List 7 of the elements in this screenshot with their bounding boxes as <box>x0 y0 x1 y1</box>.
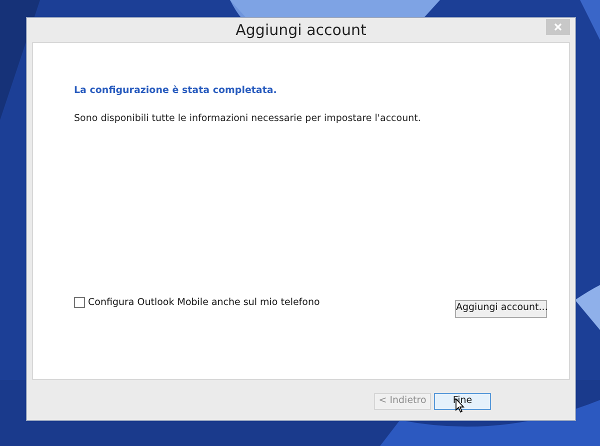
checkbox-label: Configura Outlook Mobile anche sul mio telefono <box>88 296 320 310</box>
checkbox[interactable] <box>74 297 85 308</box>
add-account-button[interactable]: Aggiungi account... <box>455 300 547 318</box>
close-icon <box>554 23 562 31</box>
window-title: Aggiungi account <box>236 20 366 41</box>
status-message: Sono disponibili tutte le informazioni necessarie per impostare l'account. <box>74 112 422 126</box>
status-heading: La configurazione è stata completata. <box>74 84 278 98</box>
